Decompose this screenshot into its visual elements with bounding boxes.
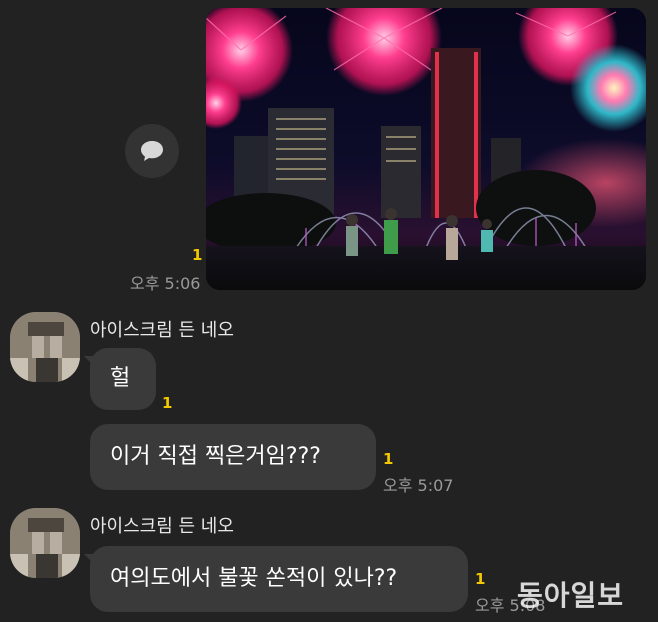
sender-name: 아이스크림 든 네오: [90, 320, 234, 341]
unread-count: 1: [475, 570, 486, 588]
unread-count: 1: [162, 394, 173, 412]
message-bubble[interactable]: 이거 직접 찍은거임???: [90, 424, 376, 490]
message-time: 오후 5:07: [383, 476, 454, 495]
message-text: 이거 직접 찍은거임???: [110, 444, 321, 469]
message-time: 오후 5:06: [130, 274, 201, 293]
watermark-logo: 동아일보: [517, 579, 625, 612]
message-bubble[interactable]: 여의도에서 불꽃 쏜적이 있나??: [84, 546, 468, 612]
message-text: 여의도에서 불꽃 쏜적이 있나??: [110, 566, 398, 591]
unread-count: 1: [383, 450, 394, 468]
message-bubble[interactable]: 헐: [84, 348, 156, 410]
share-button[interactable]: [125, 124, 179, 178]
message-text: 헐: [110, 366, 131, 391]
speech-bubble-icon: [141, 141, 163, 161]
sender-name: 아이스크림 든 네오: [90, 516, 234, 537]
sent-photo-message[interactable]: [206, 8, 646, 290]
avatar[interactable]: [10, 312, 80, 382]
chat-screen: 1 오후 5:06 아이스크림 든 네오 헐 1 이거 직접 찍은거임??? 1…: [0, 0, 658, 622]
avatar[interactable]: [10, 508, 80, 578]
fireworks-photo-icon: [206, 8, 646, 290]
unread-count: 1: [192, 246, 203, 264]
